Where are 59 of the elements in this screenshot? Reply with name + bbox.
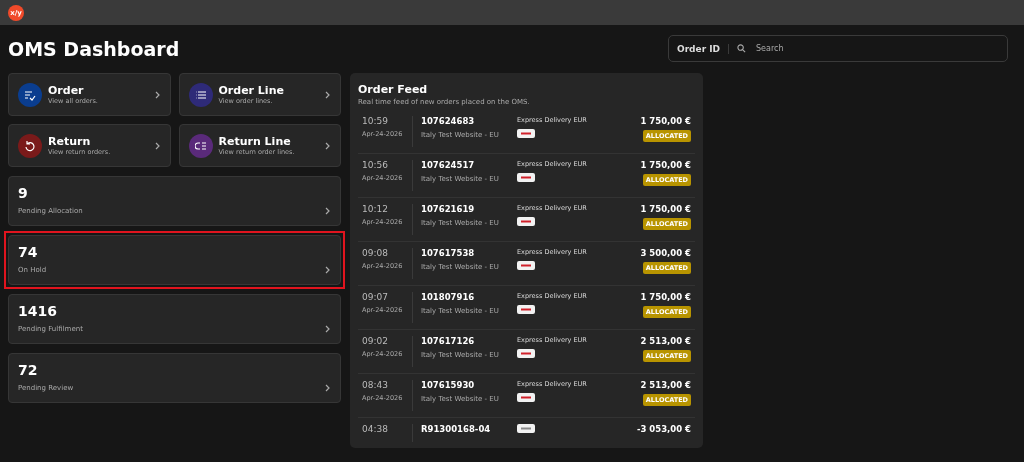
order-time: 10:12 bbox=[362, 204, 388, 214]
search-icon bbox=[737, 44, 747, 53]
order-time: 04:38 bbox=[362, 424, 388, 434]
search-field[interactable]: Search bbox=[754, 43, 1007, 54]
order-time: 08:43 bbox=[362, 380, 388, 390]
chevron-right-icon bbox=[325, 266, 331, 274]
chevron-right-icon bbox=[154, 90, 161, 99]
carrier-logo bbox=[517, 129, 535, 138]
order-id: 107624517 bbox=[421, 160, 475, 170]
chevron-right-icon bbox=[325, 90, 331, 99]
order-amount: 3 500,00 € bbox=[640, 248, 691, 258]
card-title: Return bbox=[48, 135, 92, 148]
stat-count: 72 bbox=[18, 362, 38, 378]
order-amount: 1 750,00 € bbox=[640, 204, 691, 214]
stat-count: 9 bbox=[18, 185, 28, 201]
carrier-logo bbox=[517, 173, 535, 182]
card-title: Order bbox=[48, 84, 85, 97]
order-time: 09:07 bbox=[362, 292, 388, 302]
list-check-icon bbox=[24, 88, 36, 101]
carrier-logo bbox=[517, 393, 535, 402]
order-id: R91300168-04 bbox=[421, 424, 491, 434]
carrier-logo bbox=[517, 261, 535, 270]
undo-icon bbox=[24, 139, 36, 152]
list-icon bbox=[194, 88, 207, 101]
chevron-right-icon bbox=[325, 141, 331, 150]
order-time: 10:59 bbox=[362, 116, 388, 126]
card-title: Order Line bbox=[218, 84, 285, 97]
order-time: 10:56 bbox=[362, 160, 388, 170]
chevron-right-icon bbox=[325, 207, 331, 215]
carrier-logo bbox=[517, 349, 535, 358]
order-id: 107617538 bbox=[421, 248, 475, 258]
order-id: 101807916 bbox=[421, 292, 475, 302]
order-amount: 1 750,00 € bbox=[640, 116, 691, 126]
feed-title: Order Feed bbox=[358, 83, 429, 96]
stat-count: 74 bbox=[18, 244, 38, 260]
order-amount: -3 053,00 € bbox=[636, 424, 691, 434]
order-amount: 1 750,00 € bbox=[640, 292, 691, 302]
page-title: OMS Dashboard bbox=[8, 37, 180, 60]
order-amount: 2 513,00 € bbox=[640, 380, 691, 390]
order-time: 09:02 bbox=[362, 336, 388, 346]
order-time: 09:08 bbox=[362, 248, 388, 258]
carrier-logo bbox=[517, 305, 535, 314]
order-row[interactable]: 04:38 R91300168-04 -3 053,00 € bbox=[358, 418, 695, 448]
order-amount: 2 513,00 € bbox=[640, 336, 691, 346]
order-id: 107615930 bbox=[421, 380, 475, 390]
chevron-right-icon bbox=[325, 325, 331, 333]
order-id: 107624683 bbox=[421, 116, 475, 126]
order-amount: 1 750,00 € bbox=[640, 160, 691, 170]
stat-count: 1416 bbox=[18, 303, 57, 319]
search-label: Order ID bbox=[677, 43, 730, 54]
order-id: 107617126 bbox=[421, 336, 475, 346]
return-list-icon bbox=[194, 139, 207, 152]
chevron-right-icon bbox=[154, 141, 161, 150]
chevron-right-icon bbox=[325, 384, 331, 392]
carrier-logo bbox=[517, 217, 535, 226]
card-title: Return Line bbox=[218, 135, 292, 148]
search-bar[interactable]: Order ID Search bbox=[668, 35, 1008, 62]
carrier-logo bbox=[517, 424, 535, 433]
order-id: 107621619 bbox=[421, 204, 475, 214]
